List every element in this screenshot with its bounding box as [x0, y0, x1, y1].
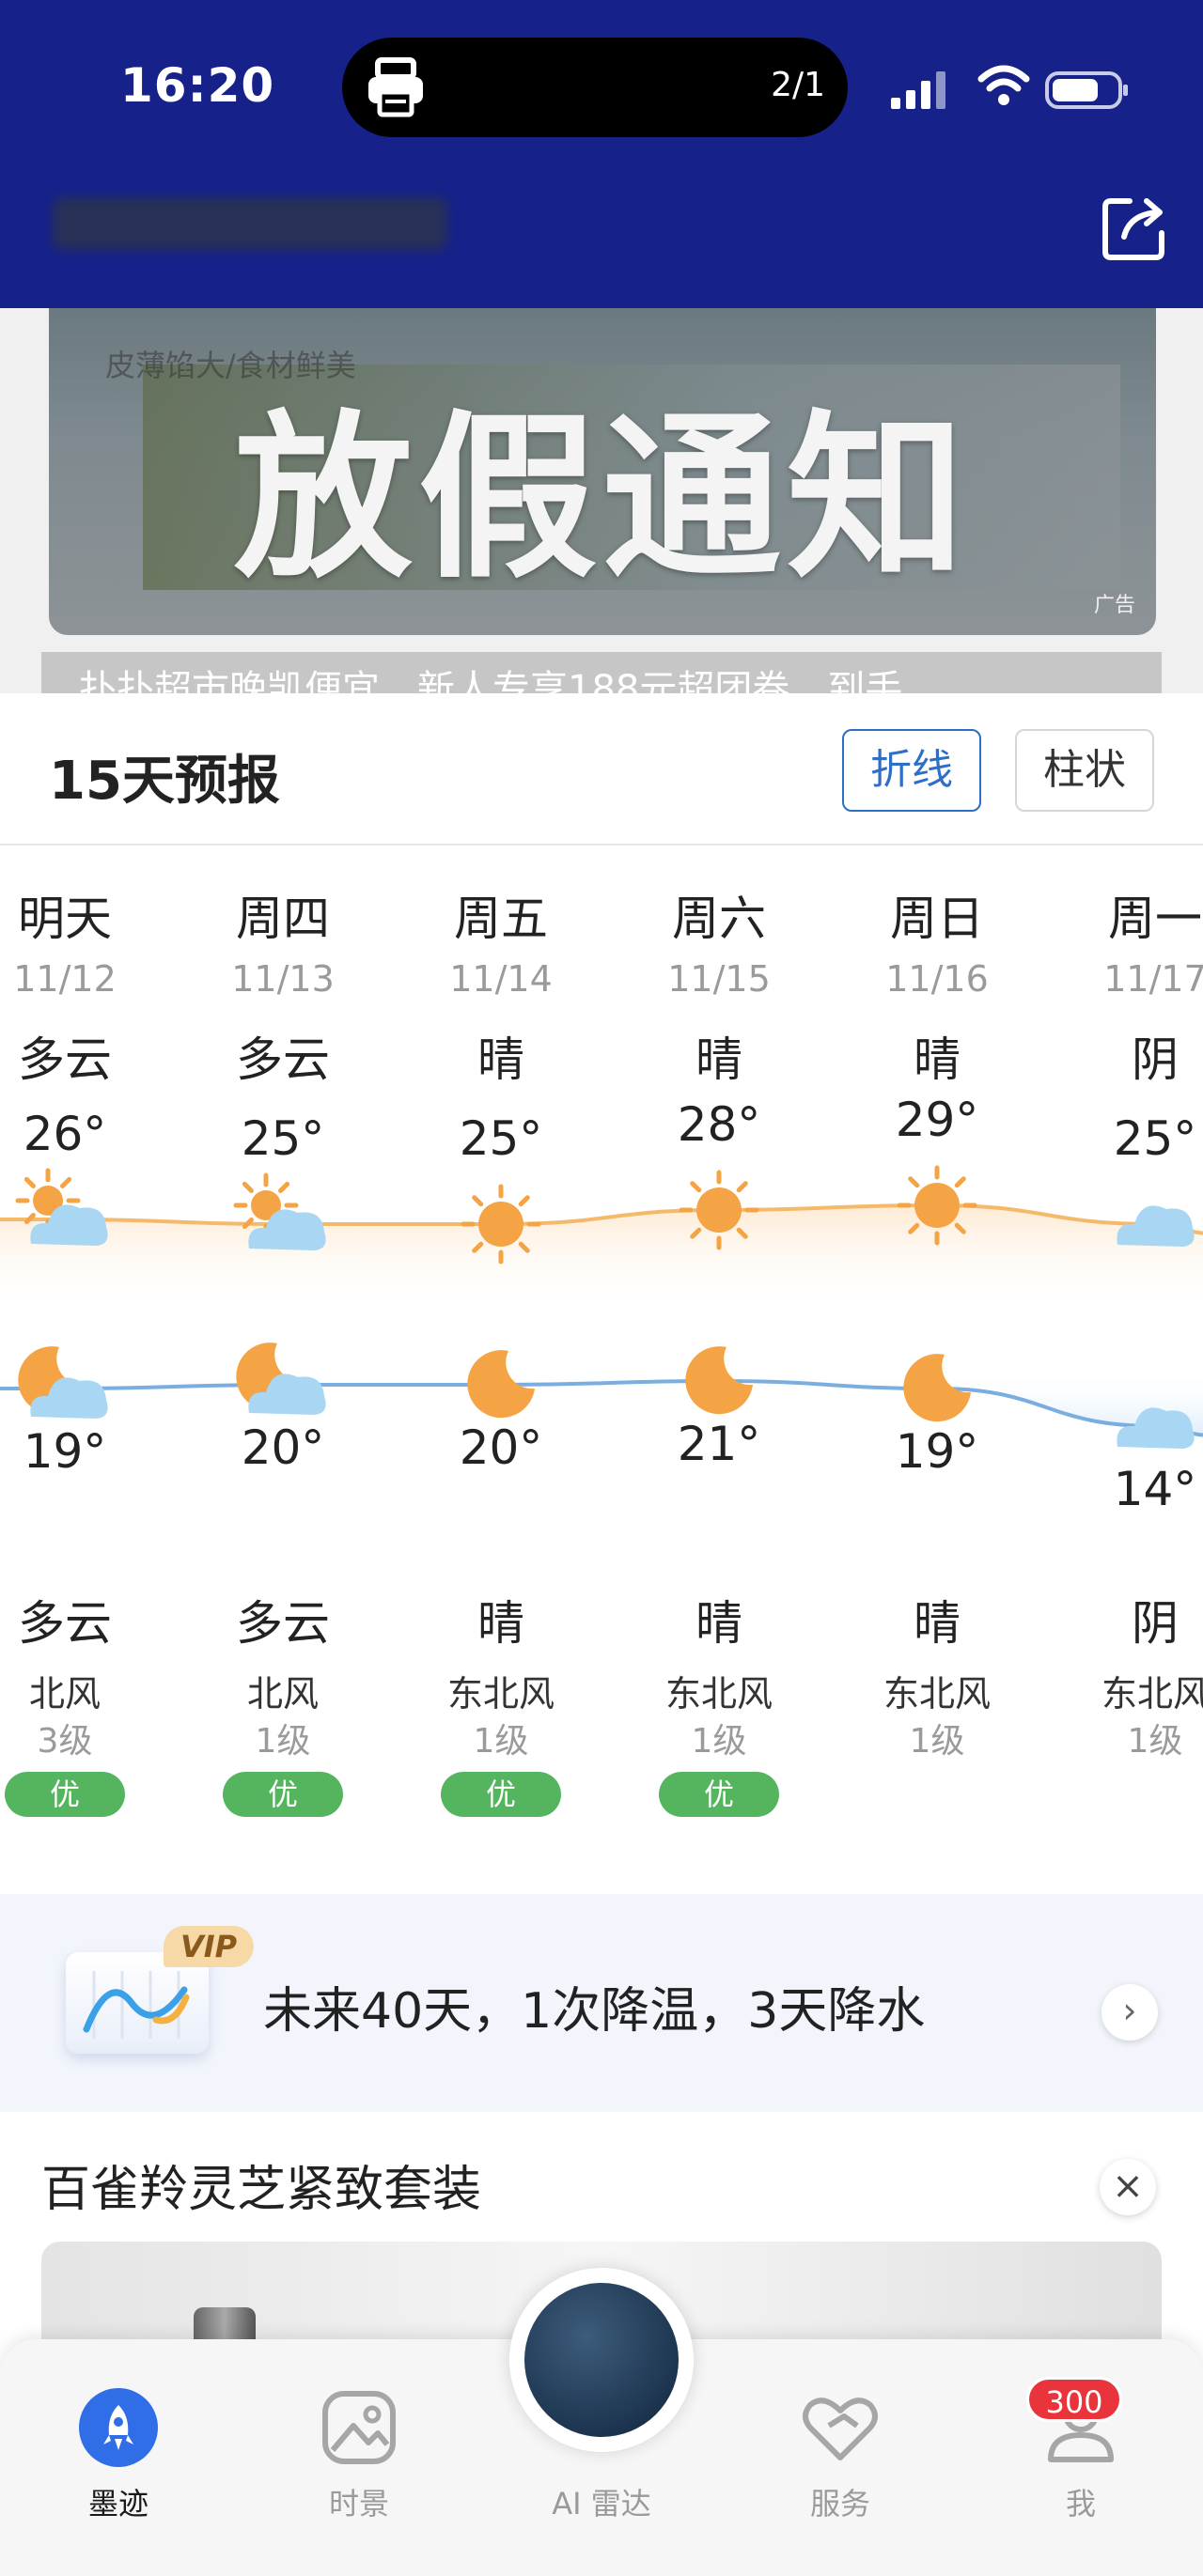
day-label: 周四: [236, 892, 330, 946]
ad-tag: 广告: [1093, 594, 1135, 617]
wind-level: 1级: [909, 1722, 965, 1761]
day-label: 周日: [890, 892, 984, 946]
night-condition: 晴: [477, 1596, 524, 1651]
wind-direction: 东北风: [1101, 1673, 1203, 1715]
high-temp-label: 25°: [241, 1111, 325, 1166]
day-label: 周五: [454, 892, 548, 946]
wind-level: 1级: [473, 1722, 529, 1761]
wind-level: 1级: [255, 1722, 311, 1761]
date-label: 11/13: [231, 958, 335, 1000]
wind-direction: 东北风: [446, 1673, 555, 1715]
wind-level: 1级: [1127, 1722, 1183, 1761]
low-temp-label: 20°: [459, 1420, 543, 1475]
dynamic-island[interactable]: 2/1: [342, 38, 848, 137]
day-condition: 多云: [18, 1032, 112, 1087]
aqi-badge: 优: [5, 1772, 125, 1817]
tab-label: 墨迹: [87, 2486, 148, 2522]
wind-direction: 东北风: [664, 1673, 773, 1715]
ad-ticker[interactable]: 扑扑超市晚凯便宜，新人专享188元超团卷，到手: [41, 652, 1162, 693]
forecast-title: 15天预报: [49, 751, 280, 812]
day-label: 周一: [1108, 892, 1202, 946]
wifi-icon: [977, 65, 1030, 105]
close-icon[interactable]: ×: [1100, 2159, 1156, 2215]
tab-label: 时景: [328, 2486, 389, 2522]
tab-label: AI 雷达: [552, 2486, 651, 2522]
day-condition: 晴: [477, 1032, 524, 1087]
aqi-badge: 优: [659, 1772, 779, 1817]
night-condition: 多云: [236, 1596, 330, 1651]
day-label: 周六: [672, 892, 766, 946]
night-condition: 阴: [1132, 1596, 1179, 1651]
high-temp-label: 26°: [23, 1107, 107, 1161]
radar-globe-icon[interactable]: [524, 2283, 679, 2437]
wind-direction: 北风: [28, 1673, 101, 1715]
date-label: 11/14: [449, 958, 553, 1000]
wind-direction: 东北风: [883, 1673, 991, 1715]
status-time: 16:20: [120, 58, 275, 113]
aqi-badge: 优: [223, 1772, 343, 1817]
fifteen-day-forecast: 15天预报 折线 柱状 明天 11/12 多云 26° 19° 多云北风 3级优 周四 11/1…: [0, 693, 1203, 1896]
low-temp-label: 14°: [1113, 1462, 1197, 1516]
tab-me[interactable]: 我: [977, 2339, 1184, 2527]
high-temp-label: 25°: [459, 1111, 543, 1166]
blurred-title: [53, 197, 447, 250]
toggle-bar-chart[interactable]: 柱状: [1015, 729, 1154, 812]
wind-level: 3级: [37, 1722, 93, 1761]
date-label: 11/15: [667, 958, 771, 1000]
tab-services[interactable]: 服务: [737, 2339, 944, 2527]
high-temp-label: 25°: [1113, 1111, 1197, 1166]
product-ad-title: 百雀羚灵芝紧致套装: [41, 2162, 482, 2218]
low-temp-label: 21°: [677, 1417, 761, 1471]
banner-title: 放假通知: [233, 395, 971, 602]
high-temp-label: 28°: [677, 1097, 761, 1152]
date-label: 11/17: [1103, 958, 1203, 1000]
date-label: 11/12: [13, 958, 117, 1000]
image-icon: [322, 2391, 396, 2464]
print-job-count: 2/1: [771, 66, 825, 104]
vip-40-day-strip[interactable]: VIP 未来40天，1次降温，3天降水 ›: [0, 1894, 1203, 2112]
trend-chart-icon: [66, 1952, 209, 2054]
battery-icon: [1045, 71, 1128, 109]
aqi-badge: 优: [441, 1772, 561, 1817]
night-condition: 晴: [914, 1596, 961, 1651]
night-condition: 晴: [695, 1596, 742, 1651]
divider: [0, 844, 1203, 846]
vip-badge: VIP: [164, 1926, 254, 1967]
day-condition: 多云: [236, 1032, 330, 1087]
tab-moji[interactable]: 墨迹: [15, 2339, 222, 2527]
notification-badge: 300: [1026, 2377, 1122, 2422]
share-icon[interactable]: [1101, 194, 1167, 261]
high-temp-label: 29°: [895, 1093, 979, 1147]
date-label: 11/16: [885, 958, 989, 1000]
top-navigation-bar: 16:20 2/1: [0, 0, 1203, 308]
wind-direction: 北风: [246, 1673, 319, 1715]
heart-handshake-icon: [803, 2398, 878, 2460]
day-condition: 阴: [1132, 1032, 1179, 1087]
day-condition: 晴: [914, 1032, 961, 1087]
night-condition: 多云: [18, 1596, 112, 1651]
low-temp-label: 19°: [23, 1424, 107, 1479]
chevron-right-icon[interactable]: ›: [1101, 1984, 1158, 2041]
rocket-icon: [79, 2388, 158, 2467]
day-label: 明天: [18, 892, 112, 946]
vip-forecast-summary: 未来40天，1次降温，3天降水: [263, 1983, 926, 2040]
holiday-banner-ad[interactable]: 皮薄馅大/食材鲜美 放假通知 广告: [49, 308, 1156, 635]
printer-icon: [368, 57, 423, 117]
day-condition: 晴: [695, 1032, 742, 1087]
tab-label: 服务: [809, 2486, 870, 2522]
tab-label: 我: [1065, 2486, 1096, 2522]
wind-level: 1级: [691, 1722, 747, 1761]
tab-scenes[interactable]: 时景: [256, 2339, 462, 2527]
low-temp-label: 20°: [241, 1420, 325, 1475]
toggle-line-chart[interactable]: 折线: [842, 729, 981, 812]
low-temp-label: 19°: [895, 1424, 979, 1479]
cellular-signal-icon: [891, 71, 945, 109]
